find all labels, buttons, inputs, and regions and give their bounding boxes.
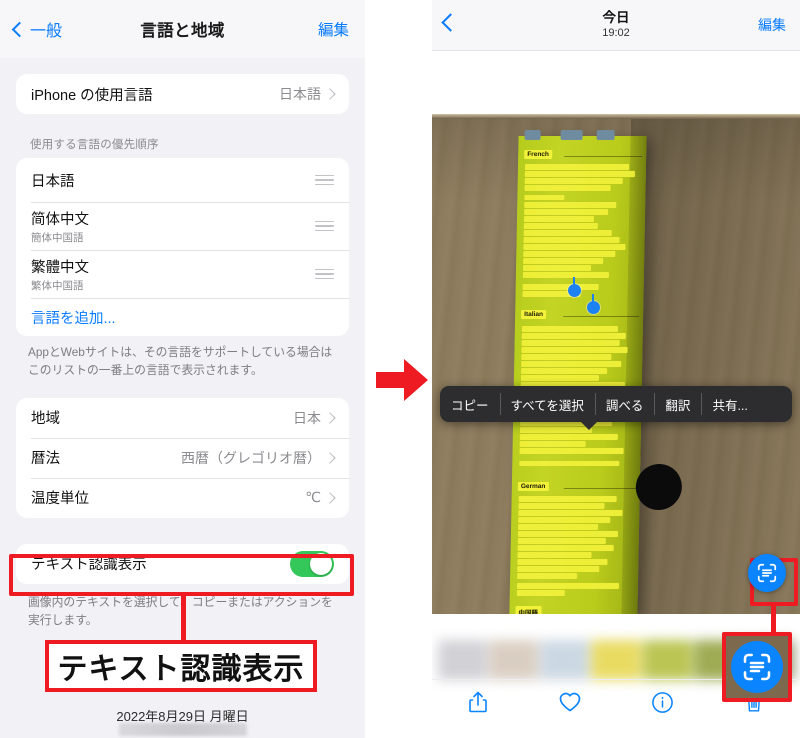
add-language-label: 言語を追加... — [31, 310, 116, 327]
row-value: 日本語 — [279, 86, 321, 102]
priority-group-header: 使用する言語の優先順序 — [30, 139, 159, 151]
language-priority-group: 日本語 简体中文 簡体中国語 繁體中文 繁体中国語 言語を追加... — [16, 158, 349, 336]
row-region[interactable]: 地域 日本 — [16, 398, 349, 438]
product-box: French Italian German 中国語 — [509, 130, 683, 614]
section-label-french: French — [524, 150, 552, 159]
row-value: 日本 — [293, 409, 321, 426]
red-right-arrow-icon — [374, 352, 430, 408]
photo-date-title: 今日 — [602, 10, 630, 26]
row-label: 暦法 — [31, 451, 60, 468]
live-text-label: テキスト認識表示 — [31, 557, 147, 574]
box-tab — [524, 130, 541, 140]
filmstrip-thumb[interactable] — [540, 640, 590, 680]
photo-time: 19:02 — [602, 26, 630, 39]
add-language-button[interactable]: 言語を追加... — [16, 298, 349, 336]
photos-nav-bar: 今日 19:02 編集 — [432, 0, 800, 51]
box-tab — [560, 130, 583, 140]
language-subtitle: 簡体中国語 — [31, 231, 84, 244]
section-label-italian: Italian — [521, 310, 547, 319]
edit-button[interactable]: 編集 — [318, 18, 349, 40]
context-menu-pointer — [580, 421, 598, 430]
box-tab — [596, 130, 615, 140]
heart-icon[interactable] — [557, 689, 583, 715]
live-text-group: テキスト認識表示 — [16, 543, 349, 584]
selection-handle-start[interactable] — [568, 277, 581, 297]
selection-handle-end[interactable] — [587, 294, 600, 314]
menu-item-translate[interactable]: 翻訳 — [654, 386, 701, 422]
menu-item-share[interactable]: 共有... — [701, 386, 758, 422]
desk-edge — [432, 114, 800, 119]
chevron-right-icon — [324, 88, 336, 100]
toggle-knob — [310, 552, 332, 575]
row-label: 温度単位 — [31, 491, 89, 508]
language-subtitle: 繁体中国語 — [31, 279, 84, 292]
settings-nav-bar: 一般 言語と地域 編集 — [0, 0, 365, 58]
annotation-connector-line-2 — [771, 606, 776, 634]
row-label: iPhone の使用言語 — [31, 87, 153, 104]
language-name: 日本語 — [31, 173, 75, 190]
share-icon[interactable] — [465, 689, 491, 715]
live-text-toggle[interactable] — [290, 550, 334, 577]
section-label-chinese: 中国語 — [515, 606, 542, 614]
chevron-right-icon — [324, 411, 336, 424]
section-label-german: German — [517, 482, 549, 491]
list-item[interactable]: 日本語 — [16, 158, 349, 202]
menu-item-select-all[interactable]: すべてを選択 — [499, 386, 595, 422]
row-temperature-unit[interactable]: 温度単位 ℃ — [16, 477, 349, 518]
screenshot-root: 一般 言語と地域 編集 iPhone の使用言語 日本語 使用する言語の優先順序… — [0, 0, 800, 738]
filmstrip-thumb[interactable] — [591, 640, 641, 680]
photos-back-button[interactable] — [441, 13, 460, 34]
region-group: 地域 日本 暦法 西暦（グレゴリオ暦） 温度単位 ℃ — [16, 397, 349, 518]
chevron-right-icon — [324, 451, 336, 464]
section-rule — [563, 316, 640, 317]
live-text-scan-icon-enlarged[interactable] — [731, 641, 783, 693]
reorder-handle-icon[interactable] — [315, 220, 334, 232]
language-name: 简体中文 — [31, 211, 89, 228]
row-value: 西暦（グレゴリオ暦） — [181, 449, 321, 466]
row-label: 地域 — [31, 411, 60, 428]
photos-panel: 今日 19:02 編集 French Italian German 中国語 コピ… — [432, 0, 800, 738]
priority-group-footer: AppとWebサイトは、その言語をサポートしている場合はこのリストの一番上の言語… — [28, 345, 333, 378]
language-name: 繁體中文 — [31, 259, 89, 276]
live-text-scan-button[interactable] — [748, 554, 786, 592]
info-icon[interactable] — [649, 689, 675, 715]
reorder-handle-icon[interactable] — [315, 174, 334, 186]
list-item[interactable]: 繁體中文 繁体中国語 — [16, 250, 349, 298]
page-title: 言語と地域 — [140, 22, 225, 40]
chevron-right-icon — [324, 491, 336, 504]
row-iphone-language[interactable]: iPhone の使用言語 日本語 — [16, 74, 349, 114]
annotation-callout-label: テキスト認識表示 — [57, 653, 305, 686]
filmstrip-thumb[interactable] — [489, 640, 539, 680]
redacted-bar — [119, 723, 247, 736]
text-context-menu[interactable]: コピー すべてを選択 調べる 翻訳 共有... — [440, 386, 792, 422]
photo-image[interactable]: French Italian German 中国語 コピー すべてを選択 調べる… — [432, 114, 800, 614]
section-rule — [563, 488, 636, 489]
section-rule — [564, 156, 643, 157]
filmstrip-thumb[interactable] — [642, 640, 692, 680]
row-live-text[interactable]: テキスト認識表示 — [16, 544, 349, 584]
back-button[interactable]: 一般 — [11, 17, 63, 41]
photo-title-block: 今日 19:02 — [602, 10, 630, 39]
row-calendar[interactable]: 暦法 西暦（グレゴリオ暦） — [16, 437, 349, 478]
filmstrip-thumb[interactable] — [438, 640, 488, 680]
back-button-label: 一般 — [30, 23, 63, 40]
row-value: ℃ — [305, 489, 321, 506]
annotation-callout: テキスト認識表示 — [45, 640, 317, 692]
menu-item-lookup[interactable]: 調べる — [594, 386, 655, 422]
photos-edit-button[interactable]: 編集 — [758, 15, 786, 35]
list-item[interactable]: 简体中文 簡体中国語 — [16, 202, 349, 250]
chevron-left-icon — [441, 13, 460, 32]
chevron-left-icon — [11, 21, 28, 37]
annotation-connector-line — [181, 596, 186, 642]
reorder-handle-icon[interactable] — [315, 268, 334, 280]
iphone-language-group: iPhone の使用言語 日本語 — [16, 74, 349, 114]
menu-item-copy[interactable]: コピー — [440, 386, 500, 422]
